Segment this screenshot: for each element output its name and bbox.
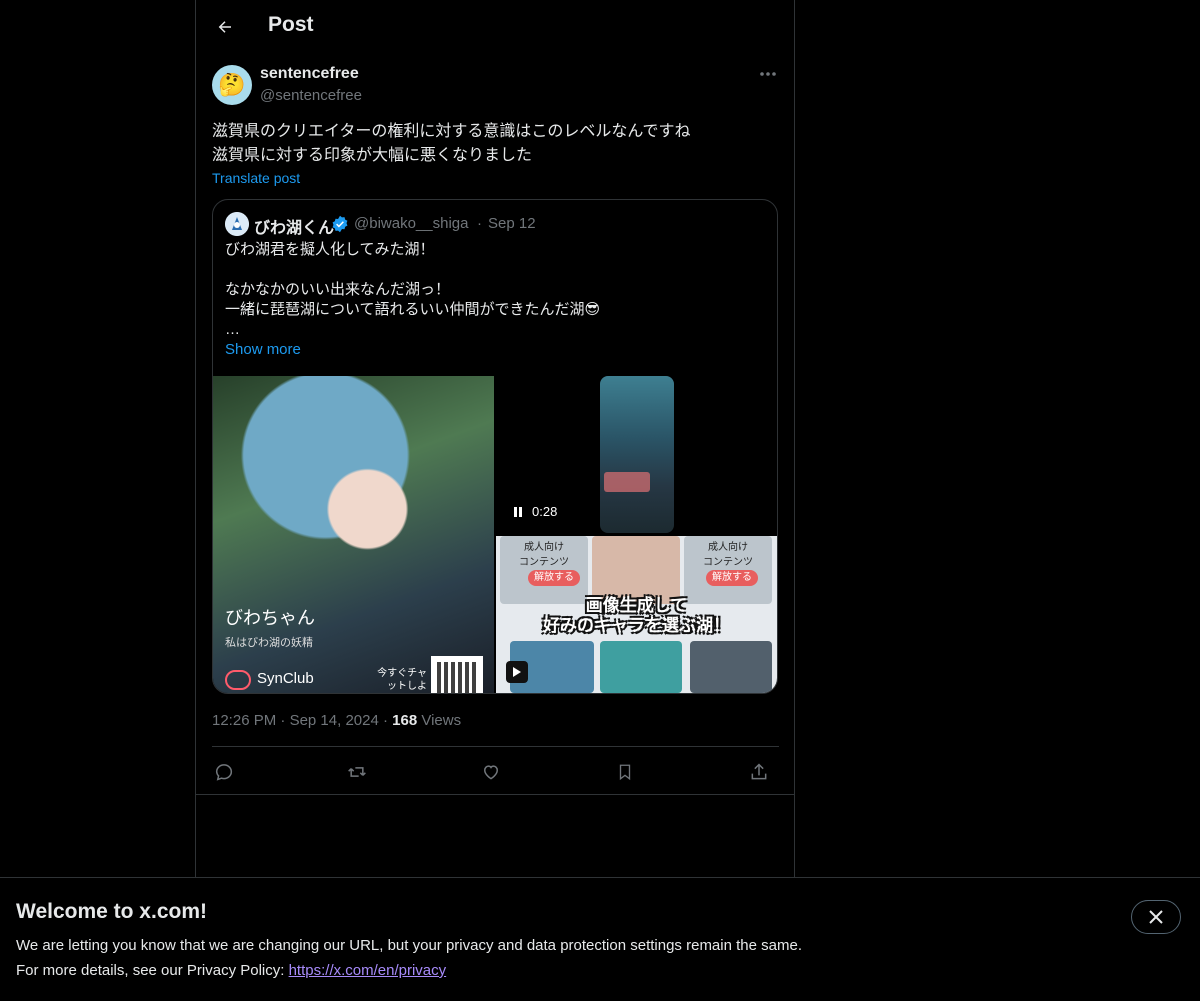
quote-text-line: 一緒に琵琶湖について語れるいい仲間ができたんだ湖😎 xyxy=(225,301,601,318)
avatar[interactable]: 🤔 xyxy=(212,65,252,105)
page-title: Post xyxy=(268,13,314,36)
quote-text-line: なかなかのいい出来なんだ湖っ！ xyxy=(225,281,451,298)
repost-icon xyxy=(348,767,366,777)
translate-post-link[interactable]: Translate post xyxy=(212,170,300,186)
separator-dot: · xyxy=(382,712,388,729)
bookmark-icon xyxy=(619,764,631,781)
gallery-tile xyxy=(690,641,772,693)
post-meta: 12:26 PM · Sep 14, 2024 · 168 Views xyxy=(212,712,461,729)
quoted-post[interactable]: びわ湖くん @biwako__shiga · Sep 12 びわ湖君を擬人化して… xyxy=(212,199,778,694)
show-more-link[interactable]: Show more xyxy=(225,341,301,358)
divider xyxy=(196,794,794,795)
action-bar xyxy=(212,757,779,787)
pause-icon xyxy=(514,507,522,517)
main-column: Post 🤔 sentencefree @sentencefree 滋賀県のクリ… xyxy=(195,0,795,1000)
welcome-banner: Welcome to x.com! We are letting you kno… xyxy=(0,877,1200,1001)
separator-dot: · xyxy=(477,215,482,232)
quote-author-name[interactable]: びわ湖くん xyxy=(254,214,334,238)
unlock-button: 解放する xyxy=(706,570,758,586)
avatar-emoji: 🤔 xyxy=(218,72,246,97)
banner-privacy-prefix: For more details, see our Privacy Policy… xyxy=(16,962,289,979)
reply-button[interactable] xyxy=(212,760,236,784)
tile-label: 成人向け コンテンツ xyxy=(519,542,569,568)
repost-button[interactable] xyxy=(345,760,369,784)
post-text: 滋賀県のクリエイターの権利に対する意識はこのレベルなんですね 滋賀県に対する印象… xyxy=(212,120,772,168)
qr-code-icon xyxy=(431,656,483,693)
author-handle[interactable]: @sentencefree xyxy=(260,87,362,104)
quote-text-line: びわ湖君を擬人化してみた湖！ xyxy=(225,241,435,258)
tile-label: 成人向け コンテンツ xyxy=(703,542,753,568)
mascot-icon xyxy=(225,212,249,236)
image-caption-title: びわちゃん xyxy=(225,608,315,628)
quote-text-line xyxy=(225,260,765,280)
verified-badge-icon xyxy=(331,215,349,233)
brand-logo-icon xyxy=(225,670,251,690)
more-button[interactable] xyxy=(756,64,780,84)
heart-icon xyxy=(483,765,499,780)
quote-author-handle[interactable]: @biwako__shiga xyxy=(354,215,468,232)
post-date[interactable]: Sep 14, 2024 xyxy=(290,712,379,729)
image-caption-subtitle: 私はびわ湖の妖精 xyxy=(225,637,313,649)
banner-title: Welcome to x.com! xyxy=(16,900,207,923)
back-button[interactable] xyxy=(212,14,238,40)
post-text-line: 滋賀県のクリエイターの権利に対する意識はこのレベルなんですね xyxy=(212,123,691,140)
bookmark-button[interactable] xyxy=(613,760,637,784)
quote-text: びわ湖君を擬人化してみた湖！ なかなかのいい出来なんだ湖っ！ 一緒に琵琶湖につい… xyxy=(225,240,765,340)
quote-text-line: … xyxy=(225,321,240,338)
gallery-banner-line: 画像生成して xyxy=(585,596,688,615)
close-banner-button[interactable] xyxy=(1131,900,1181,934)
banner-privacy-line: For more details, see our Privacy Policy… xyxy=(16,962,446,979)
banner-message: We are letting you know that we are chan… xyxy=(16,937,802,954)
unlock-button: 解放する xyxy=(528,570,580,586)
pause-button[interactable] xyxy=(510,504,526,520)
privacy-policy-link[interactable]: https://x.com/en/privacy xyxy=(289,962,447,979)
divider xyxy=(212,746,779,747)
reply-icon xyxy=(215,764,233,781)
video-frame-card xyxy=(604,472,650,492)
views-label: Views xyxy=(421,712,462,729)
arrow-left-icon xyxy=(218,21,231,33)
post-text-line: 滋賀県に対する印象が大幅に悪くなりました xyxy=(212,147,533,164)
video-frame xyxy=(600,376,674,533)
views-count: 168 xyxy=(392,712,418,729)
close-icon xyxy=(1149,910,1163,924)
video-time: 0:28 xyxy=(532,504,558,519)
quote-avatar[interactable] xyxy=(225,212,249,236)
chat-cta-text: 今すぐチャットしよう！ xyxy=(377,668,427,692)
brand-name: SynClub xyxy=(257,670,314,687)
gallery-banner-text: 画像生成して 好みのキャラを選ぶ湖！ xyxy=(496,596,777,636)
gallery-tile xyxy=(600,641,682,693)
like-button[interactable] xyxy=(479,760,503,784)
share-icon xyxy=(751,763,767,780)
gallery-tile xyxy=(592,536,680,604)
quote-date[interactable]: Sep 12 xyxy=(488,215,536,232)
author-name[interactable]: sentencefree xyxy=(260,65,359,83)
more-horizontal-icon xyxy=(760,72,776,76)
gallery-banner-line: 好みのキャラを選ぶ湖！ xyxy=(543,616,730,635)
media-grid: びわちゃん 私はびわ湖の妖精 SynClub 今すぐチャットしよう！ 0:28 xyxy=(213,376,777,693)
media-video[interactable]: 0:28 xyxy=(496,376,777,535)
top-bar: Post xyxy=(196,0,794,54)
media-image-character[interactable]: びわちゃん 私はびわ湖の妖精 SynClub 今すぐチャットしよう！ xyxy=(213,376,494,693)
share-button[interactable] xyxy=(747,760,771,784)
media-image-gallery[interactable]: 成人向け コンテンツ 成人向け コンテンツ 解放する 解放する 画像生成して 好… xyxy=(496,536,777,693)
separator-dot: · xyxy=(280,712,286,729)
play-icon xyxy=(506,661,528,683)
post-time[interactable]: 12:26 PM xyxy=(212,712,276,729)
